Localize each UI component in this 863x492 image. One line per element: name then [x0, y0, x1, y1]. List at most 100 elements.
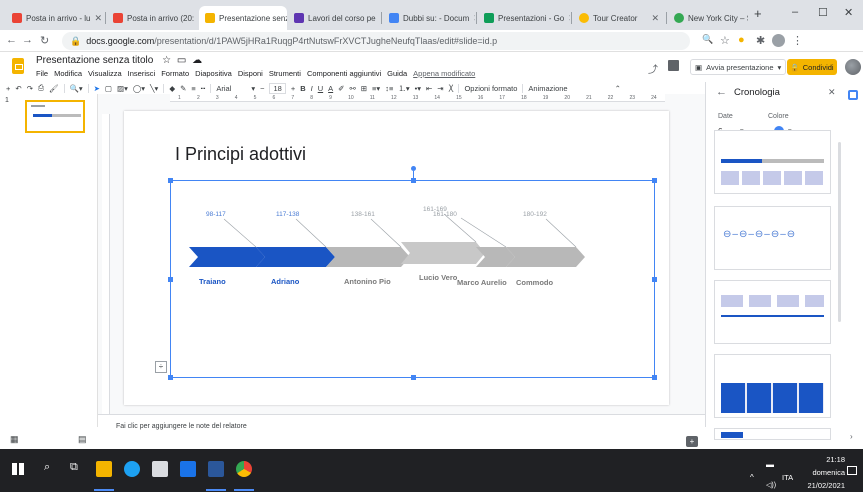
new-tab-button[interactable]: +	[754, 6, 762, 21]
decrease-indent-icon[interactable]: ⇤	[426, 84, 432, 93]
bulleted-list-icon[interactable]: •▾	[415, 84, 421, 93]
border-color-icon[interactable]: ✎	[180, 84, 186, 93]
text-color-icon[interactable]: A	[328, 84, 333, 93]
battery-icon[interactable]: ▬	[766, 460, 774, 469]
menu-edit[interactable]: Modifica	[54, 69, 82, 78]
tab-gmail-1[interactable]: Posta in arrivo - lu ✕	[6, 6, 104, 30]
window-close-button[interactable]: ✕	[844, 6, 853, 19]
close-icon[interactable]: ✕	[651, 13, 659, 24]
close-icon[interactable]: ✕	[568, 13, 570, 24]
layout-thumb-3[interactable]	[714, 280, 831, 344]
back-arrow-icon[interactable]: ←	[716, 86, 727, 98]
reload-icon[interactable]: ↻	[40, 34, 49, 47]
mail-icon[interactable]	[180, 461, 196, 477]
collapse-toolbar-icon[interactable]: ⌃	[615, 84, 621, 93]
layout-thumb-1[interactable]	[714, 130, 831, 194]
menu-arrange[interactable]: Disponi	[238, 69, 263, 78]
slide-title[interactable]: I Principi adottivi	[175, 144, 306, 165]
slides-logo-icon[interactable]	[12, 58, 24, 74]
comments-icon[interactable]	[668, 60, 679, 71]
smart-layout-icon[interactable]: ÷	[155, 361, 167, 373]
highlight-icon[interactable]: ✐	[338, 84, 344, 93]
extensions-puzzle-icon[interactable]: ✱	[756, 34, 765, 47]
shape-icon[interactable]: ◯▾	[133, 84, 145, 93]
new-slide-icon[interactable]: +	[6, 84, 10, 93]
windows-start-icon[interactable]	[12, 463, 24, 475]
numbered-list-icon[interactable]: ⒈▾	[398, 83, 409, 94]
link-icon[interactable]: ⚯	[349, 84, 355, 93]
select-cursor-icon[interactable]: ➤	[94, 84, 100, 93]
store-icon[interactable]	[152, 461, 168, 477]
undo-icon[interactable]: ↶	[15, 84, 21, 93]
slide-thumbnail[interactable]	[25, 100, 85, 133]
line-spacing-icon[interactable]: ↕≡	[385, 84, 393, 93]
tab-drive[interactable]: Presentazioni - Go✕	[478, 6, 570, 30]
calendar-addon-icon[interactable]	[848, 90, 858, 100]
menu-slide[interactable]: Diapositiva	[195, 69, 232, 78]
move-folder-icon[interactable]: ▭	[177, 55, 186, 66]
account-avatar[interactable]	[845, 59, 861, 75]
star-icon[interactable]: ☆	[162, 55, 171, 66]
increase-indent-icon[interactable]: ⇥	[437, 84, 443, 93]
document-title[interactable]: Presentazione senza titolo ☆ ▭ ☁	[36, 55, 202, 66]
explore-icon[interactable]: +	[686, 436, 698, 447]
word-icon[interactable]	[208, 461, 224, 477]
menu-insert[interactable]: Inserisci	[128, 69, 156, 78]
menu-addons[interactable]: Componenti aggiuntivi	[307, 69, 381, 78]
close-icon[interactable]: ✕	[94, 13, 102, 24]
zoom-icon[interactable]: 🔍	[702, 34, 713, 45]
menu-view[interactable]: Visualizza	[88, 69, 122, 78]
volume-icon[interactable]: ◁))	[766, 481, 776, 489]
align-icon[interactable]: ≡▾	[372, 84, 380, 93]
italic-icon[interactable]: I	[311, 84, 313, 93]
forward-icon[interactable]: →	[22, 34, 33, 46]
menu-file[interactable]: File	[36, 69, 48, 78]
edge-icon[interactable]	[124, 461, 140, 477]
notifications-icon[interactable]	[847, 466, 857, 475]
minimize-button[interactable]: –	[792, 6, 798, 18]
font-size-increase[interactable]: +	[291, 84, 295, 93]
task-view-icon[interactable]: ⧉	[70, 461, 78, 474]
border-dash-icon[interactable]: ┅	[201, 84, 206, 93]
grid-view-icon[interactable]: ▦	[10, 434, 19, 445]
font-select[interactable]: Arial	[216, 84, 246, 93]
border-weight-icon[interactable]: ≡	[191, 84, 195, 93]
font-size-field[interactable]: 18	[269, 82, 286, 94]
image-icon[interactable]: ▨▾	[117, 84, 128, 93]
share-button[interactable]: 🔒 Condividi	[787, 59, 837, 75]
text-box-icon[interactable]: ▢	[105, 84, 112, 93]
clear-format-icon[interactable]: Ꭓ	[449, 83, 454, 93]
speaker-notes[interactable]: Fai clic per aggiungere le note del rela…	[98, 414, 705, 432]
chevron-up-icon[interactable]: ^	[750, 473, 754, 482]
input-language[interactable]: ITA	[782, 473, 793, 482]
present-button[interactable]: ▣ Avvia presentazione ▾	[690, 59, 787, 75]
last-edit-link[interactable]: Appena modificato	[413, 69, 475, 78]
file-explorer-icon[interactable]	[96, 461, 112, 477]
underline-icon[interactable]: U	[318, 84, 323, 93]
layout-thumb-4[interactable]	[714, 354, 831, 418]
maximize-button[interactable]: ☐	[818, 6, 828, 19]
layout-thumb-2[interactable]: ⊖–⊖–⊖–⊖–⊖	[714, 206, 831, 270]
comment-icon[interactable]: ⊞	[361, 84, 367, 93]
layout-thumb-5[interactable]	[714, 428, 831, 440]
line-icon[interactable]: ╲▾	[150, 84, 158, 93]
bold-icon[interactable]: B	[300, 84, 305, 93]
chrome-icon[interactable]	[236, 461, 252, 477]
close-icon[interactable]: ✕	[473, 13, 475, 24]
url-field[interactable]: 🔒 docs.google.com/presentation/d/1PAW5jH…	[62, 32, 690, 50]
tab-new-york[interactable]: New York City – St✕	[668, 6, 748, 30]
redo-icon[interactable]: ↷	[27, 84, 33, 93]
tab-slides-active[interactable]: Presentazione senz✕	[199, 6, 287, 30]
bookmark-star-icon[interactable]: ☆	[720, 34, 730, 47]
system-clock[interactable]: 21:18 domenica 21/02/2021	[797, 453, 845, 492]
menu-format[interactable]: Formato	[161, 69, 189, 78]
print-icon[interactable]: ⎙	[38, 83, 44, 93]
chevron-down-icon[interactable]: ▾	[251, 84, 255, 93]
slide[interactable]: I Principi adottivi 98-117 117-138 138-1…	[124, 111, 669, 405]
menu-tools[interactable]: Strumenti	[269, 69, 301, 78]
chevron-down-icon[interactable]: ▾	[778, 63, 782, 72]
timeline-selection[interactable]: 98-117 117-138 138-161 161-169 161-180 1…	[155, 166, 657, 380]
tab-docs[interactable]: Dubbi su: - Docum✕	[383, 6, 475, 30]
back-icon[interactable]: ←	[6, 34, 17, 46]
menu-help[interactable]: Guida	[387, 69, 407, 78]
